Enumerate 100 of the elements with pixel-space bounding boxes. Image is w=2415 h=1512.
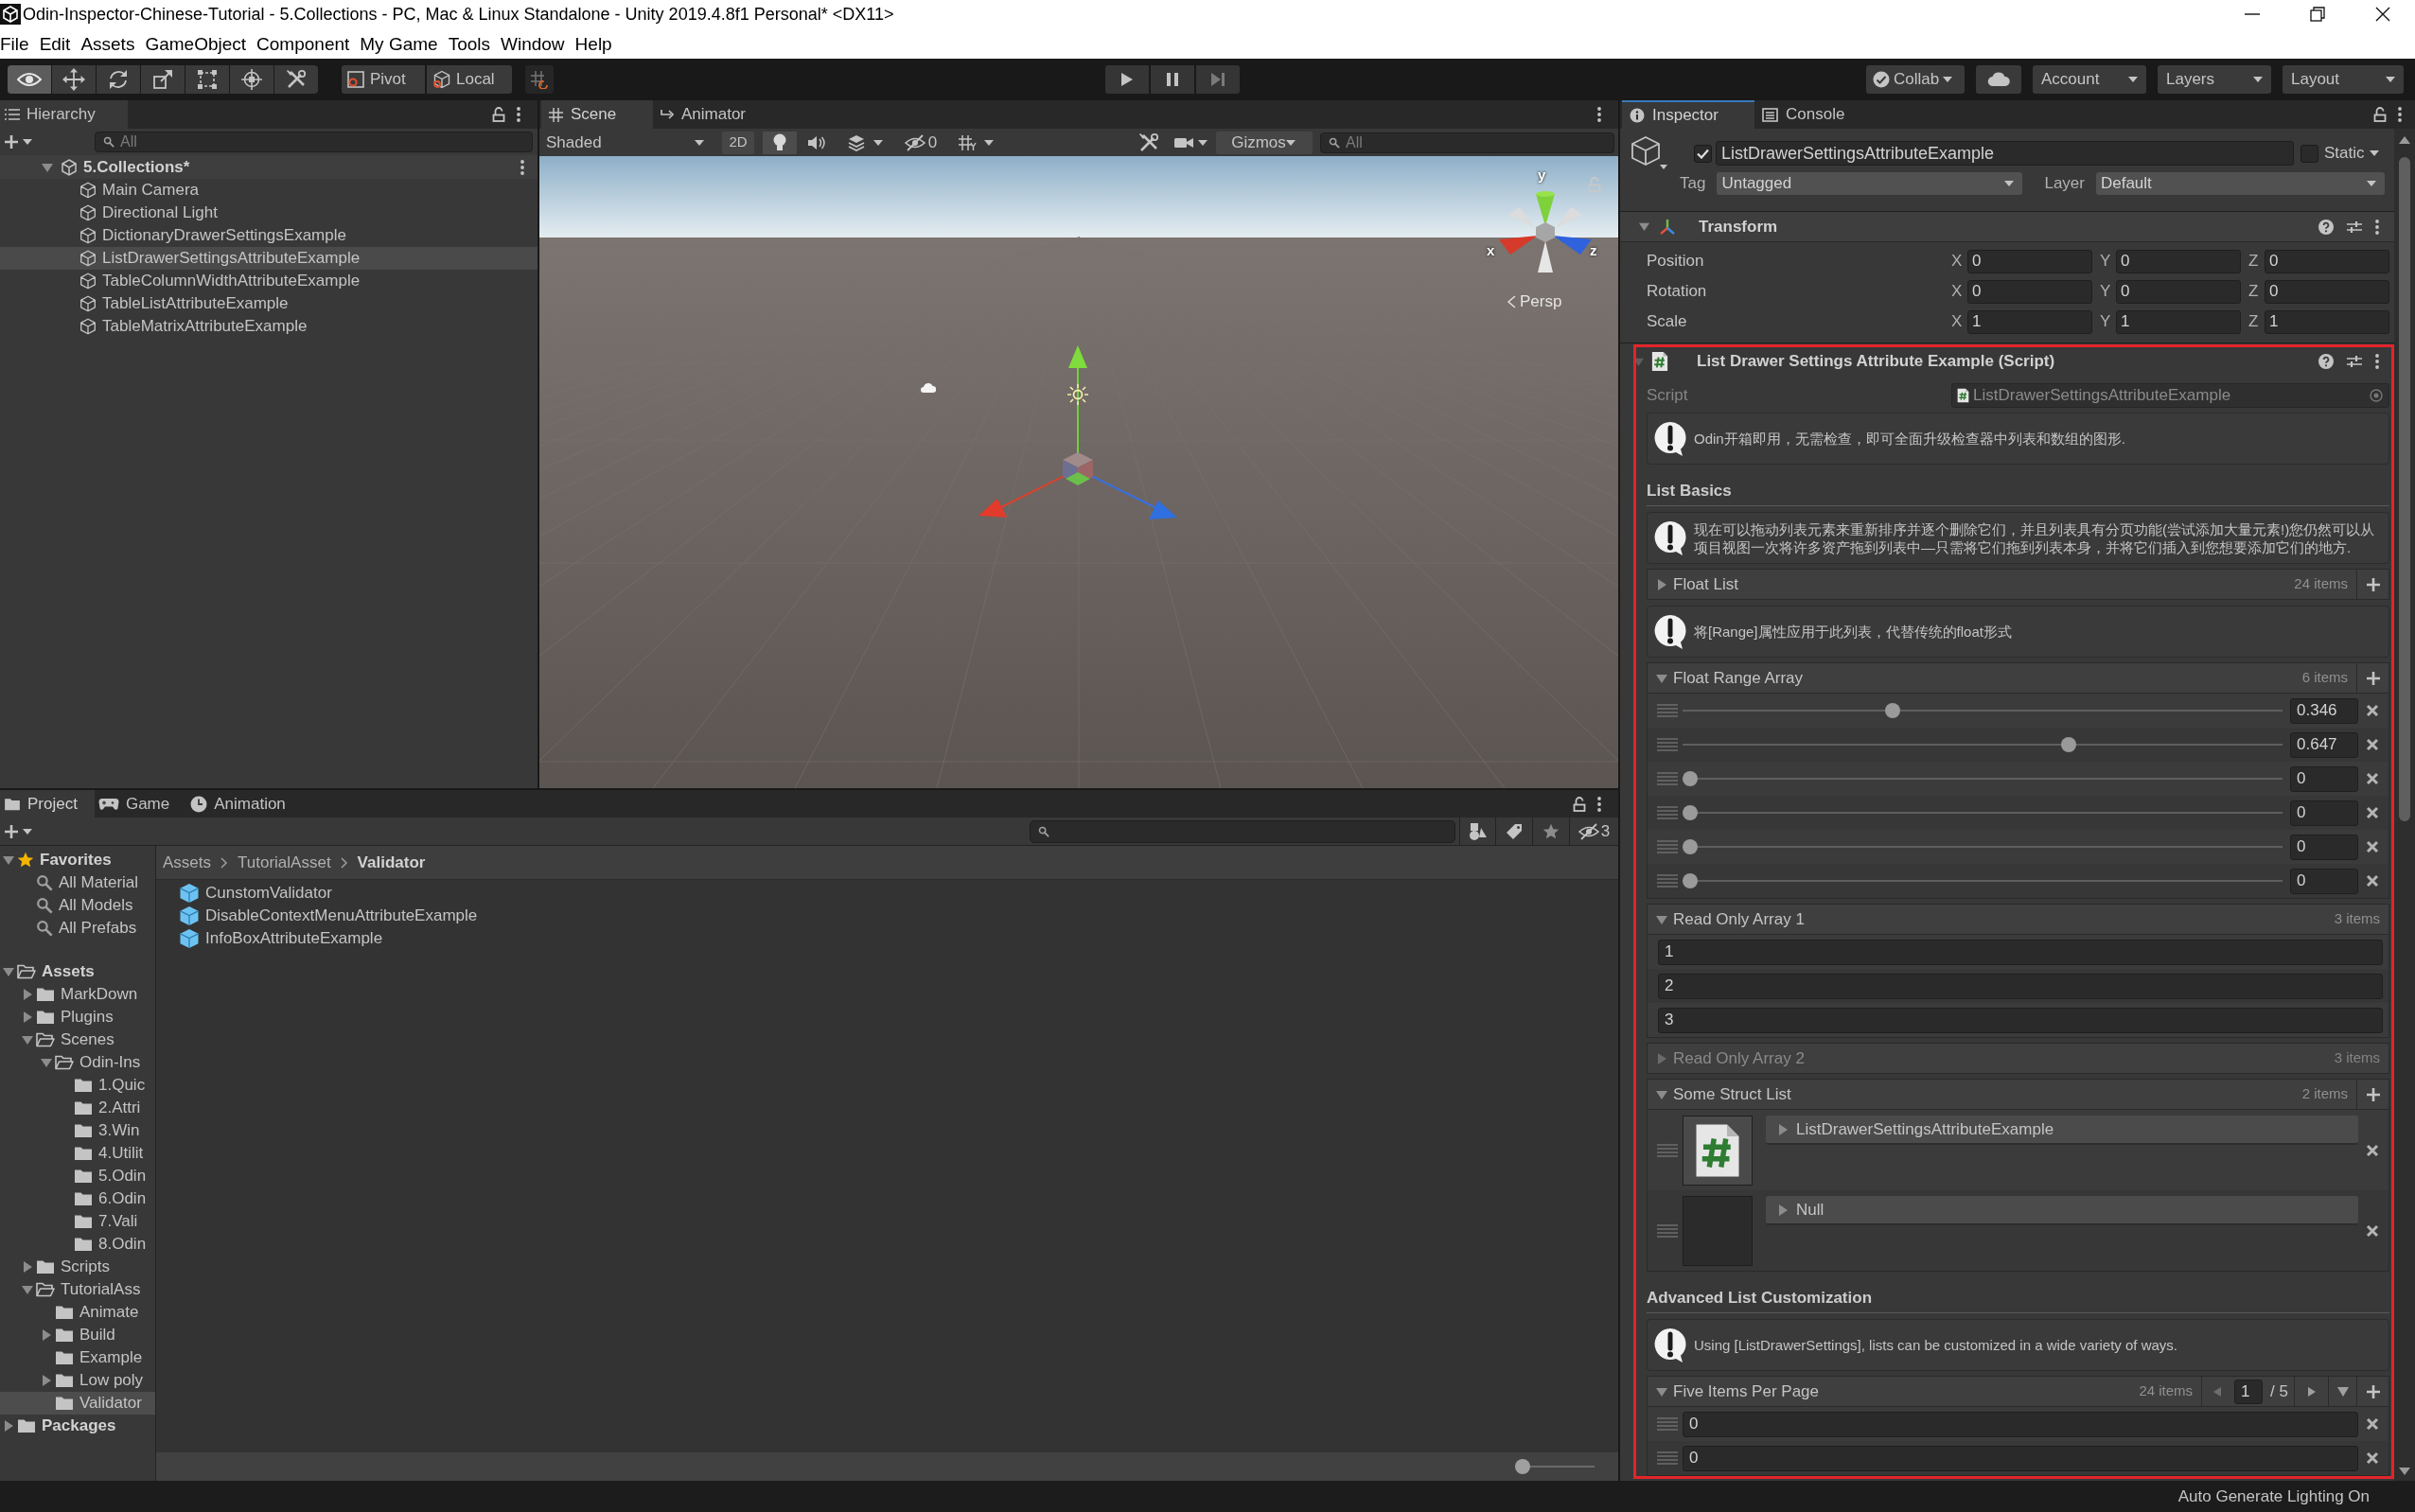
move-tool-button[interactable]: [52, 65, 96, 94]
more-options-icon[interactable]: [2398, 107, 2402, 122]
remove-icon[interactable]: [2366, 772, 2379, 785]
tree-item[interactable]: 8.Odin: [0, 1233, 155, 1256]
drag-handle-icon[interactable]: [1657, 874, 1678, 888]
foldout-arrow-icon[interactable]: [1639, 221, 1649, 232]
scene-tab[interactable]: Scene: [541, 100, 653, 129]
number-field[interactable]: 1: [1967, 309, 2092, 334]
account-dropdown[interactable]: Account: [2033, 65, 2146, 94]
slider-thumb[interactable]: [1884, 703, 1900, 718]
foldout-arrow-icon[interactable]: [22, 1011, 33, 1023]
list-header[interactable]: Five Items Per Page 24 items 1 / 5: [1647, 1376, 2389, 1407]
pivot-button[interactable]: Pivot: [342, 65, 425, 94]
remove-icon[interactable]: [2366, 1223, 2379, 1238]
tree-item[interactable]: TutorialAss: [0, 1278, 155, 1301]
more-options-icon[interactable]: [520, 159, 524, 175]
menu-item[interactable]: Edit: [39, 34, 71, 53]
list-header[interactable]: Read Only Array 1 3 items: [1647, 904, 2389, 935]
remove-icon[interactable]: [2366, 1143, 2379, 1157]
list-header[interactable]: Float Range Array 6 items: [1647, 662, 2389, 694]
number-field[interactable]: 1: [2265, 309, 2389, 334]
foldout-arrow-icon[interactable]: [22, 1034, 33, 1046]
tree-item[interactable]: 7.Vali: [0, 1210, 155, 1233]
project-tab[interactable]: Project: [0, 790, 95, 818]
list-header[interactable]: Some Struct List 2 items: [1647, 1079, 2389, 1110]
animation-tab[interactable]: Animation: [186, 790, 303, 818]
icon-size-slider[interactable]: [1515, 1459, 1595, 1474]
hierarchy-item[interactable]: TableListAttributeExample: [0, 292, 538, 315]
lock-icon[interactable]: [492, 107, 505, 122]
local-button[interactable]: Local: [427, 65, 512, 94]
object-preview[interactable]: [1683, 1115, 1753, 1186]
slider-thumb[interactable]: [2060, 737, 2076, 752]
cube-dropdown-icon[interactable]: [1630, 135, 1667, 171]
number-field[interactable]: 0: [2116, 249, 2241, 273]
remove-icon[interactable]: [2366, 1451, 2379, 1465]
hierarchy-item[interactable]: ListDrawerSettingsAttributeExample: [0, 247, 538, 270]
shading-dropdown[interactable]: Shaded: [542, 131, 712, 154]
drag-handle-icon[interactable]: [1657, 738, 1678, 751]
more-options-icon[interactable]: [1597, 107, 1601, 122]
component-header[interactable]: Transform: [1620, 212, 2394, 242]
slider-track[interactable]: [1683, 873, 2283, 888]
tree-item[interactable]: All Models: [0, 894, 155, 917]
tree-item[interactable]: Build: [0, 1324, 155, 1346]
help-icon[interactable]: [2318, 219, 2334, 235]
foldout-arrow-icon[interactable]: [1777, 1204, 1789, 1216]
more-options-icon[interactable]: [517, 107, 520, 122]
breadcrumb-item[interactable]: Validator: [357, 850, 426, 875]
foldout-arrow-icon[interactable]: [41, 1057, 52, 1068]
active-checkbox[interactable]: [1694, 144, 1712, 163]
hierarchy-item[interactable]: TableColumnWidthAttributeExample: [0, 270, 538, 292]
more-options-icon[interactable]: [2375, 219, 2379, 235]
slider-thumb[interactable]: [1683, 839, 1698, 854]
foldout-arrow-icon[interactable]: [1656, 1088, 1667, 1100]
rect-tool-button[interactable]: [185, 65, 229, 94]
2d-toggle[interactable]: 2D: [722, 131, 754, 154]
drag-handle-icon[interactable]: [1657, 772, 1678, 785]
number-field[interactable]: 0: [2116, 279, 2241, 304]
pause-button[interactable]: [1151, 65, 1194, 94]
breadcrumb-item[interactable]: Assets: [163, 850, 212, 875]
foldout-arrow-icon[interactable]: [3, 854, 14, 866]
collab-button[interactable]: Collab: [1866, 65, 1965, 94]
tree-item[interactable]: Validator: [0, 1392, 155, 1415]
tree-item[interactable]: Scenes: [0, 1029, 155, 1051]
list-header[interactable]: Float List 24 items: [1647, 569, 2389, 600]
more-options-icon[interactable]: [1597, 796, 1601, 812]
object-name-field[interactable]: ListDrawerSettingsAttributeExample: [1716, 141, 2294, 166]
hierarchy-item[interactable]: Directional Light: [0, 202, 538, 224]
drag-handle-icon[interactable]: [1657, 840, 1678, 853]
tree-item[interactable]: Favorites: [0, 849, 155, 871]
foldout-arrow-icon[interactable]: [3, 966, 14, 977]
scale-tool-button[interactable]: [141, 65, 185, 94]
layer-dropdown[interactable]: Default: [2095, 172, 2385, 195]
remove-icon[interactable]: [2366, 874, 2379, 888]
number-field[interactable]: 0: [2265, 249, 2389, 273]
menu-item[interactable]: My Game: [360, 34, 438, 53]
tree-item[interactable]: 4.Utilit: [0, 1142, 155, 1165]
cloud-button[interactable]: [1976, 65, 2021, 94]
layout-dropdown[interactable]: Layout: [2283, 65, 2404, 94]
value-field[interactable]: 0.346: [2290, 697, 2358, 724]
slider-track[interactable]: [1683, 737, 2283, 752]
value-field[interactable]: 0: [1683, 1411, 2358, 1437]
foldout-arrow-icon[interactable]: [41, 1329, 52, 1341]
breadcrumb-item[interactable]: TutorialAsset: [238, 850, 331, 875]
value-field[interactable]: 0: [1683, 1445, 2358, 1471]
step-button[interactable]: [1196, 65, 1240, 94]
lock-icon[interactable]: [1573, 796, 1586, 812]
asset-item[interactable]: CunstomValidator: [179, 882, 332, 905]
object-foldout[interactable]: ListDrawerSettingsAttributeExample: [1766, 1116, 2358, 1145]
tree-item[interactable]: MarkDown: [0, 983, 155, 1006]
page-field[interactable]: 1: [2234, 1379, 2264, 1404]
slider-track[interactable]: [1683, 805, 2283, 820]
value-field[interactable]: 0: [2290, 800, 2358, 826]
more-options-icon[interactable]: [2375, 354, 2379, 369]
remove-icon[interactable]: [2366, 738, 2379, 751]
menu-item[interactable]: GameObject: [145, 34, 247, 53]
lock-icon[interactable]: [2373, 107, 2387, 122]
transform-tool-button[interactable]: [230, 65, 273, 94]
remove-icon[interactable]: [2366, 806, 2379, 819]
asset-item[interactable]: DisableContextMenuAttributeExample: [179, 905, 478, 927]
tree-item[interactable]: Odin-Ins: [0, 1051, 155, 1074]
